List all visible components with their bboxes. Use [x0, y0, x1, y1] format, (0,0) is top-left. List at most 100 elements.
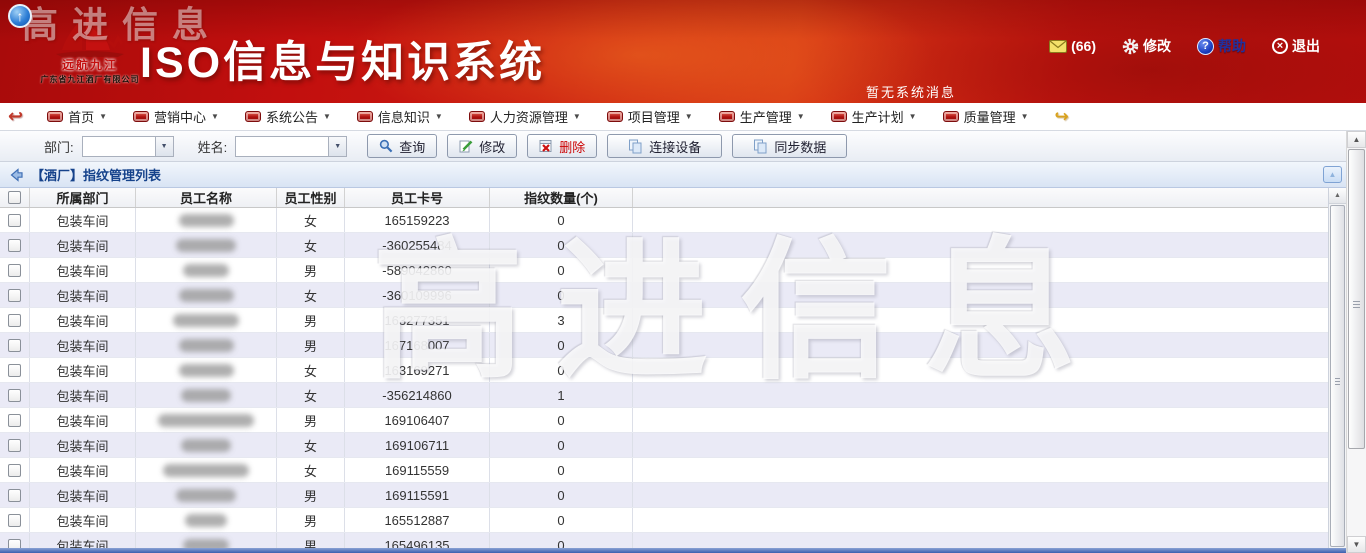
- cell-name: [136, 358, 277, 382]
- redacted-name: [176, 239, 236, 252]
- row-checkbox[interactable]: [8, 489, 21, 502]
- chevron-down-icon[interactable]: ▼: [328, 137, 346, 156]
- cell-name: [136, 408, 277, 432]
- table-row[interactable]: 包装车间 女 -360109996 0: [0, 283, 1328, 308]
- table-scrollbar[interactable]: ▲: [1328, 188, 1346, 548]
- dept-label: 部门:: [44, 137, 74, 156]
- page-scrollbar[interactable]: ▲ ▼: [1346, 131, 1366, 553]
- sync-data-button[interactable]: 同步数据: [732, 134, 847, 158]
- cell-card: -589042860: [345, 258, 490, 282]
- connect-device-button[interactable]: 连接设备: [607, 134, 722, 158]
- cell-dept: 包装车间: [30, 283, 136, 307]
- nav-item-5[interactable]: 项目管理 ▼: [607, 107, 693, 126]
- scroll-top-icon[interactable]: ↑: [8, 4, 32, 28]
- table-row[interactable]: 包装车间 女 169106711 0: [0, 433, 1328, 458]
- table-row[interactable]: 包装车间 男 163277351 3: [0, 308, 1328, 333]
- messages-link[interactable]: (66): [1049, 38, 1096, 54]
- collapse-panel-button[interactable]: ▲: [1323, 166, 1342, 183]
- redacted-name: [185, 514, 227, 527]
- cell-card: 165496135: [345, 533, 490, 548]
- table-row[interactable]: 包装车间 女 169115559 0: [0, 458, 1328, 483]
- scrollbar-thumb[interactable]: [1330, 205, 1345, 547]
- header-links: (66) 修改 ? 帮助 × 退出: [1049, 36, 1320, 56]
- col-header-count[interactable]: 指纹数量(个): [490, 188, 633, 207]
- nav-item-1[interactable]: 营销中心 ▼: [133, 107, 219, 126]
- scrollbar-thumb[interactable]: [1348, 149, 1365, 449]
- cell-gender: 男: [277, 258, 345, 282]
- watermark-small: 高进信息: [22, 0, 222, 48]
- row-checkbox[interactable]: [8, 239, 21, 252]
- chevron-down-icon: ▼: [323, 112, 331, 121]
- row-checkbox[interactable]: [8, 514, 21, 527]
- chevron-down-icon: ▼: [211, 112, 219, 121]
- nav-item-0[interactable]: 首页 ▼: [47, 107, 107, 126]
- cell-gender: 女: [277, 433, 345, 457]
- col-header-dept[interactable]: 所属部门: [30, 188, 136, 207]
- cell-filler: [633, 408, 1328, 432]
- cell-card: -360109996: [345, 283, 490, 307]
- table-row[interactable]: 包装车间 女 163169271 0: [0, 358, 1328, 383]
- logo-brand-text: 远航九江: [36, 56, 144, 73]
- table-row[interactable]: 包装车间 男 167168007 0: [0, 333, 1328, 358]
- exit-link[interactable]: × 退出: [1272, 36, 1320, 56]
- col-header-card[interactable]: 员工卡号: [345, 188, 490, 207]
- row-checkbox[interactable]: [8, 264, 21, 277]
- row-checkbox[interactable]: [8, 314, 21, 327]
- scroll-down-icon[interactable]: ▼: [1347, 536, 1366, 553]
- row-checkbox[interactable]: [8, 389, 21, 402]
- edit-icon: [459, 139, 473, 153]
- row-checkbox[interactable]: [8, 339, 21, 352]
- nav-item-6[interactable]: 生产管理 ▼: [719, 107, 805, 126]
- col-header-gender[interactable]: 员工性别: [277, 188, 345, 207]
- nav-item-3[interactable]: 信息知识 ▼: [357, 107, 443, 126]
- row-checkbox[interactable]: [8, 414, 21, 427]
- dept-select[interactable]: ▼: [82, 136, 174, 157]
- nav-item-8[interactable]: 质量管理 ▼: [943, 107, 1029, 126]
- thumb-grip: [1353, 299, 1360, 310]
- table-row[interactable]: 包装车间 男 -589042860 0: [0, 258, 1328, 283]
- cell-count: 3: [490, 308, 633, 332]
- cell-dept: 包装车间: [30, 208, 136, 232]
- back-arrow-icon[interactable]: ↩: [8, 106, 23, 127]
- redacted-name: [158, 414, 254, 427]
- back-panel-icon[interactable]: [8, 167, 24, 183]
- table-row[interactable]: 包装车间 男 169106407 0: [0, 408, 1328, 433]
- cell-gender: 女: [277, 358, 345, 382]
- row-checkbox[interactable]: [8, 364, 21, 377]
- name-select[interactable]: ▼: [235, 136, 347, 157]
- table-row[interactable]: 包装车间 男 165512887 0: [0, 508, 1328, 533]
- cell-name: [136, 283, 277, 307]
- cell-filler: [633, 433, 1328, 457]
- row-checkbox[interactable]: [8, 289, 21, 302]
- nav-item-4[interactable]: 人力资源管理 ▼: [469, 107, 581, 126]
- forward-arrow-icon[interactable]: ↪: [1055, 107, 1069, 127]
- table-row[interactable]: 包装车间 女 -356214860 1: [0, 383, 1328, 408]
- row-checkbox[interactable]: [8, 439, 21, 452]
- table-row[interactable]: 包装车间 男 165496135 0: [0, 533, 1328, 548]
- col-header-name[interactable]: 员工名称: [136, 188, 277, 207]
- delete-button[interactable]: 删除: [527, 134, 597, 158]
- modify-button[interactable]: 修改: [447, 134, 517, 158]
- main-navbar: ↩ 首页 ▼ 营销中心 ▼ 系统公告 ▼ 信息知识 ▼ 人力资源管理 ▼ 项目管…: [0, 103, 1366, 131]
- scrollbar-track[interactable]: [1347, 450, 1366, 536]
- row-checkbox[interactable]: [8, 214, 21, 227]
- query-button[interactable]: 查询: [367, 134, 437, 158]
- nav-item-7[interactable]: 生产计划 ▼: [831, 107, 917, 126]
- system-message: 暂无系统消息: [866, 82, 956, 101]
- help-link[interactable]: ? 帮助: [1197, 36, 1246, 56]
- scroll-up-icon[interactable]: ▲: [1329, 188, 1346, 204]
- scroll-up-icon[interactable]: ▲: [1347, 131, 1366, 148]
- table-row[interactable]: 包装车间 女 165159223 0: [0, 208, 1328, 233]
- cell-count: 0: [490, 408, 633, 432]
- nav-item-2[interactable]: 系统公告 ▼: [245, 107, 331, 126]
- row-checkbox[interactable]: [8, 464, 21, 477]
- table-row[interactable]: 包装车间 女 -360255484 0: [0, 233, 1328, 258]
- modify-account-link[interactable]: 修改: [1122, 36, 1171, 56]
- cell-name: [136, 533, 277, 548]
- row-checkbox[interactable]: [8, 539, 21, 549]
- table-row[interactable]: 包装车间 男 169115591 0: [0, 483, 1328, 508]
- menu-pill-icon: [607, 111, 623, 122]
- cell-filler: [633, 208, 1328, 232]
- select-all-checkbox[interactable]: [8, 191, 21, 204]
- chevron-down-icon[interactable]: ▼: [155, 137, 173, 156]
